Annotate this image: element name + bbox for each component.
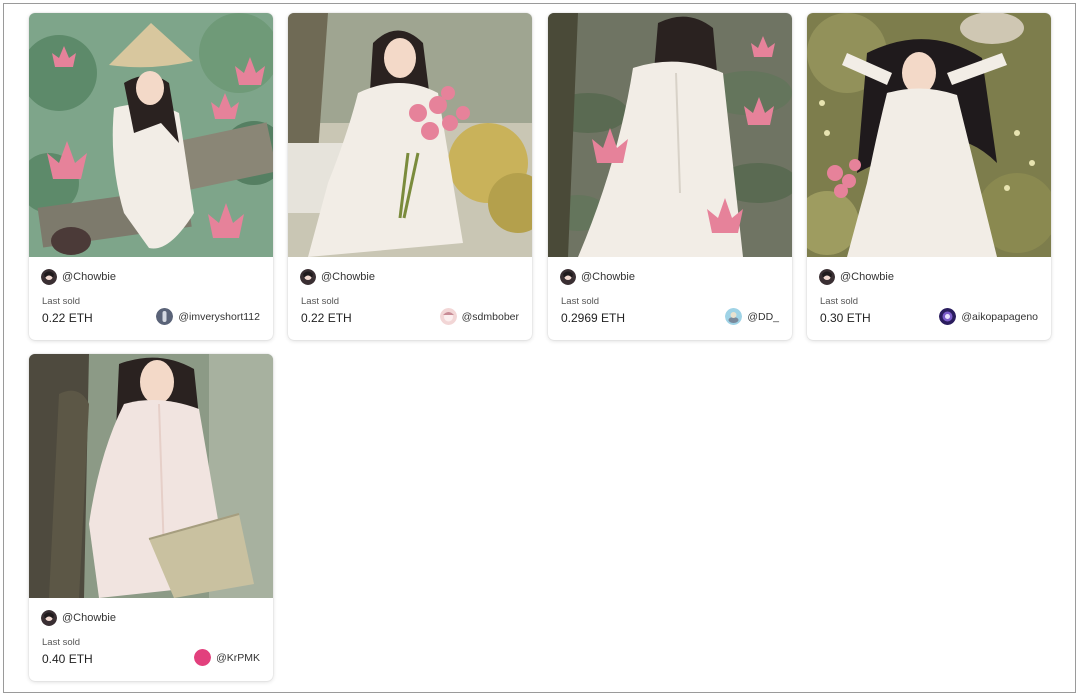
creator-row[interactable]: @Chowbie — [41, 269, 116, 285]
last-sold-label: Last sold — [561, 296, 600, 307]
artwork-image[interactable] — [807, 13, 1051, 257]
owner-row[interactable]: @imveryshort112 — [156, 308, 260, 325]
nft-card[interactable]: @Chowbie Last sold 0.22 ETH @sdmbober — [288, 13, 532, 340]
owner-row[interactable]: @KrPMK — [194, 649, 260, 666]
artwork-image[interactable] — [29, 354, 273, 598]
last-sold-price: 0.30 ETH — [820, 311, 871, 325]
creator-name[interactable]: @Chowbie — [62, 271, 116, 283]
owner-row[interactable]: @aikopapageno — [939, 308, 1038, 325]
artwork-image[interactable] — [288, 13, 532, 257]
owner-row[interactable]: @sdmbober — [439, 308, 519, 325]
last-sold-price: 0.22 ETH — [301, 311, 352, 325]
creator-row[interactable]: @Chowbie — [819, 269, 894, 285]
creator-avatar-icon — [41, 269, 57, 285]
gallery-frame: @Chowbie Last sold 0.22 ETH @imveryshort… — [3, 3, 1076, 693]
owner-avatar-icon — [939, 308, 957, 325]
creator-avatar-icon — [819, 269, 835, 285]
creator-name[interactable]: @Chowbie — [321, 271, 375, 283]
nft-card[interactable]: @Chowbie Last sold 0.40 ETH @KrPMK — [29, 354, 273, 681]
artwork-image[interactable] — [548, 13, 792, 257]
last-sold-label: Last sold — [42, 637, 81, 648]
creator-name[interactable]: @Chowbie — [62, 612, 116, 624]
owner-avatar-icon — [439, 308, 457, 325]
nft-card[interactable]: @Chowbie Last sold 0.22 ETH @imveryshort… — [29, 13, 273, 340]
owner-name[interactable]: @imveryshort112 — [178, 311, 260, 323]
artwork-image[interactable] — [29, 13, 273, 257]
creator-avatar-icon — [300, 269, 316, 285]
creator-row[interactable]: @Chowbie — [41, 610, 116, 626]
last-sold-label: Last sold — [42, 296, 81, 307]
owner-name[interactable]: @aikopapageno — [961, 311, 1038, 323]
last-sold-label: Last sold — [820, 296, 859, 307]
creator-name[interactable]: @Chowbie — [581, 271, 635, 283]
owner-name[interactable]: @sdmbober — [462, 311, 519, 323]
owner-avatar-icon — [725, 308, 743, 325]
last-sold-price: 0.22 ETH — [42, 311, 93, 325]
creator-avatar-icon — [560, 269, 576, 285]
creator-avatar-icon — [41, 610, 57, 626]
owner-row[interactable]: @DD_ — [725, 308, 779, 325]
creator-row[interactable]: @Chowbie — [300, 269, 375, 285]
last-sold-price: 0.2969 ETH — [561, 311, 626, 325]
owner-avatar-icon — [194, 649, 212, 666]
creator-name[interactable]: @Chowbie — [840, 271, 894, 283]
last-sold-price: 0.40 ETH — [42, 652, 93, 666]
last-sold-label: Last sold — [301, 296, 340, 307]
owner-name[interactable]: @KrPMK — [216, 652, 260, 664]
nft-card[interactable]: @Chowbie Last sold 0.30 ETH @aikopapagen… — [807, 13, 1051, 340]
nft-card[interactable]: @Chowbie Last sold 0.2969 ETH @DD_ — [548, 13, 792, 340]
owner-name[interactable]: @DD_ — [747, 311, 779, 323]
owner-avatar-icon — [156, 308, 174, 325]
creator-row[interactable]: @Chowbie — [560, 269, 635, 285]
